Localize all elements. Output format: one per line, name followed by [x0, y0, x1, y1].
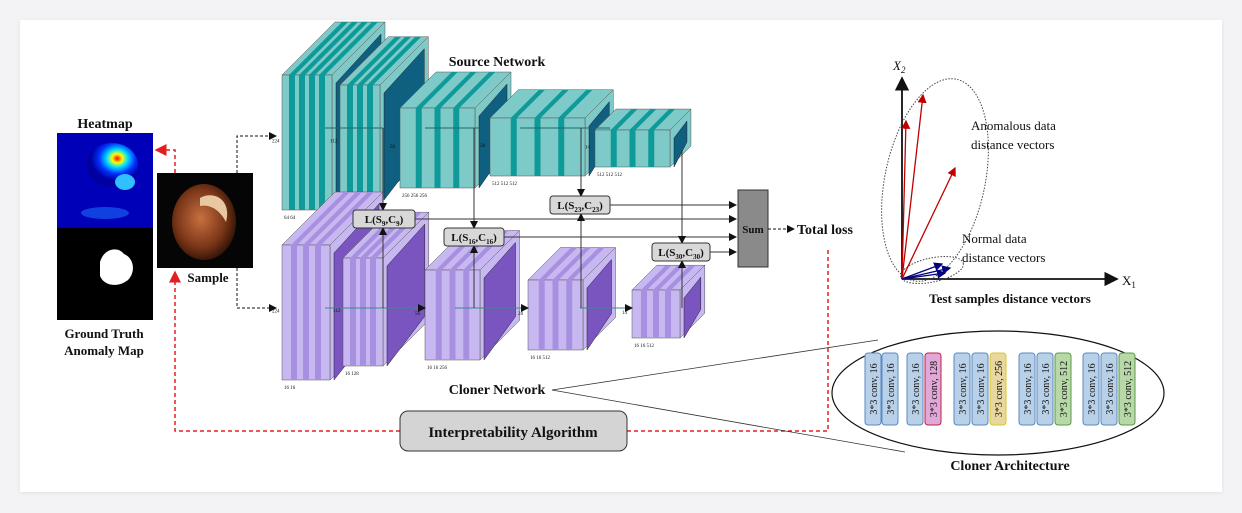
cloner-network-label: Cloner Network: [449, 383, 546, 398]
input-arrow-cloner: [236, 268, 277, 312]
heatmap-feedback-arrow: [154, 144, 176, 173]
svg-text:3*3 conv, 16: 3*3 conv, 16: [1023, 363, 1034, 414]
cloner-layer-block: 16 16 512 28: [518, 246, 617, 361]
source-block-size: 224: [272, 140, 280, 145]
svg-text:Interpretability Algorithm: Interpretability Algorithm: [428, 425, 598, 441]
cloner-block-dims: 16 16 512: [634, 344, 655, 349]
architecture-diagram: Heatmap Ground Truth Anomaly Map Sample …: [57, 21, 1165, 474]
distance-vector-plot: X2 X1 Anomalous data distance vectors No…: [881, 58, 1136, 306]
conv-layer-blue: 3*3 conv, 16: [1100, 352, 1118, 426]
loss-box: L(S23,C23): [549, 195, 611, 215]
cloner-layer-block: 16 16 512 14: [622, 264, 706, 349]
loss-box: L(S16,C16): [443, 227, 505, 247]
svg-text:3*3 conv, 16: 3*3 conv, 16: [958, 363, 969, 414]
input-arrow-source: [236, 132, 277, 173]
svg-text:3*3 conv, 512: 3*3 conv, 512: [1123, 361, 1134, 417]
svg-text:3*3 conv, 16: 3*3 conv, 16: [1087, 363, 1098, 414]
svg-text:3*3 conv, 16: 3*3 conv, 16: [1105, 363, 1116, 414]
cloner-layer-block: 16 16 256 56: [415, 229, 521, 371]
conv-layer-blue: 3*3 conv, 16: [1036, 352, 1054, 426]
conv-layer-blue: 3*3 conv, 16: [1082, 352, 1100, 426]
sample-image: [157, 173, 253, 268]
svg-text:3*3 conv, 256: 3*3 conv, 256: [994, 361, 1005, 417]
svg-text:3*3 conv, 512: 3*3 conv, 512: [1059, 361, 1070, 417]
svg-text:3*3 conv, 16: 3*3 conv, 16: [1041, 363, 1052, 414]
cloner-block-size: 28: [518, 312, 524, 317]
source-block-dims: 64 64: [284, 216, 296, 221]
anomaly-map-label: Anomaly Map: [64, 343, 144, 358]
conv-layer-blue: 3*3 conv, 16: [864, 352, 882, 426]
anomalous-vector: [901, 93, 927, 280]
cloner-block-dims: 16 16 256: [427, 366, 448, 371]
cloner-block-dims: 16 16 512: [530, 356, 551, 361]
svg-text:Sum: Sum: [742, 224, 763, 236]
ground-truth-label: Ground Truth: [64, 326, 144, 341]
source-block-dims: 512 512 512: [492, 182, 518, 187]
svg-text:3*3 conv, 128: 3*3 conv, 128: [929, 361, 940, 417]
sum-node: Sum: [737, 189, 769, 268]
source-block-size: 56: [390, 145, 396, 150]
normal-label: distance vectors: [962, 250, 1045, 265]
svg-text:3*3 conv, 16: 3*3 conv, 16: [976, 363, 987, 414]
sample-label: Sample: [187, 270, 228, 285]
svg-text:3*3 conv, 16: 3*3 conv, 16: [911, 363, 922, 414]
heatmap-label: Heatmap: [77, 117, 132, 132]
conv-layer-green: 3*3 conv, 512: [1054, 352, 1072, 426]
cloner-block-dims: 16 16: [284, 386, 296, 391]
conv-layer-blue: 3*3 conv, 16: [971, 352, 989, 426]
conv-layer-green: 3*3 conv, 512: [1118, 352, 1136, 426]
anomalous-label: Anomalous data: [971, 118, 1056, 133]
conv-layer-yellow: 3*3 conv, 256: [989, 352, 1007, 426]
cloner-block-size: 56: [415, 312, 421, 317]
anomalous-label: distance vectors: [971, 137, 1054, 152]
ground-truth-image: [57, 228, 153, 320]
loss-box: L(S30,C30): [651, 242, 711, 262]
x2-axis-label: X2: [892, 58, 906, 75]
total-loss-label: Total loss: [797, 223, 853, 238]
cloner-block-dims: 16 128: [345, 372, 359, 377]
source-block-dims: 512 512 512: [597, 173, 623, 178]
heatmap-image: [57, 133, 153, 228]
conv-layer-blue: 3*3 conv, 16: [1018, 352, 1036, 426]
conv-layer-blue: 3*3 conv, 16: [881, 352, 899, 426]
source-block-size: 28: [480, 144, 486, 149]
normal-label: Normal data: [962, 231, 1027, 246]
source-block-dims: 256 256 256: [402, 194, 428, 199]
source-block-size: 112: [330, 140, 338, 145]
source-block-size: 14: [585, 146, 591, 151]
source-network-label: Source Network: [449, 55, 546, 70]
interpretability-algorithm-box: Interpretability Algorithm: [399, 410, 628, 452]
cloner-block-size: 224: [272, 310, 280, 315]
anomalous-vector: [901, 166, 956, 280]
conv-layer-blue: 3*3 conv, 16: [953, 352, 971, 426]
svg-text:3*3 conv, 16: 3*3 conv, 16: [869, 363, 880, 414]
x1-axis-label: X1: [1122, 273, 1136, 290]
conv-layer-pink: 3*3 conv, 128: [924, 352, 942, 426]
cloner-block-size: 112: [333, 309, 341, 314]
loss-box: L(S9,C9): [352, 209, 416, 229]
cloner-block-size: 14: [622, 311, 628, 316]
cloner-architecture-label: Cloner Architecture: [950, 459, 1069, 474]
conv-layer-blue: 3*3 conv, 16: [906, 352, 924, 426]
zoom-line-top: [551, 339, 879, 391]
svg-text:3*3 conv, 16: 3*3 conv, 16: [886, 363, 897, 414]
plot-title: Test samples distance vectors: [929, 291, 1091, 306]
